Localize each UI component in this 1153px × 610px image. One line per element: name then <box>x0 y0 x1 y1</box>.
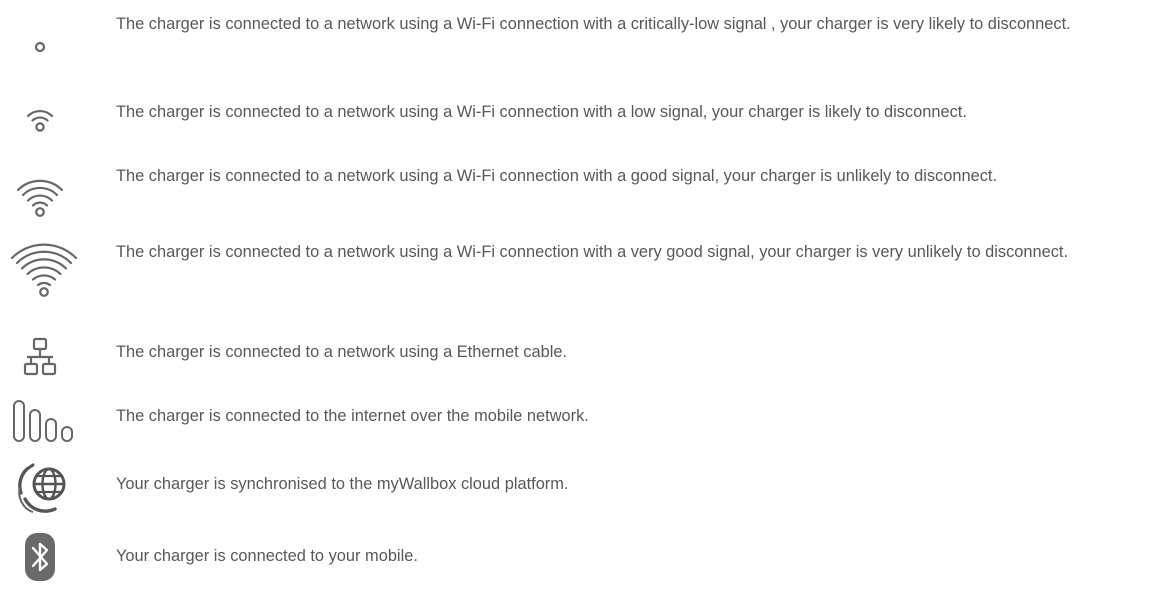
status-description: The charger is connected to a network us… <box>116 15 1071 33</box>
wifi-low-signal-icon <box>0 98 86 138</box>
status-description: Your charger is synchronised to the myWa… <box>116 475 569 493</box>
status-description: The charger is connected to the internet… <box>116 407 589 425</box>
cloud-sync-globe-icon <box>0 456 88 518</box>
wifi-good-signal-icon <box>0 168 86 224</box>
status-description: The charger is connected to a network us… <box>116 343 568 361</box>
status-row-mobile-network: The charger is connected to the internet… <box>0 396 1153 446</box>
status-description: Your charger is connected to your mobile… <box>116 547 418 565</box>
status-row-bluetooth: Your charger is connected to your mobile… <box>0 528 1153 610</box>
status-description: The charger is connected to a network us… <box>116 103 967 121</box>
wifi-critical-signal-icon <box>0 24 86 64</box>
status-row-ethernet: The charger is connected to a network us… <box>0 334 1153 382</box>
mobile-network-signal-icon <box>0 396 90 446</box>
wifi-very-good-signal-icon <box>0 236 90 304</box>
ethernet-network-icon <box>0 334 86 382</box>
status-row-wifi-good: The charger is connected to a network us… <box>0 160 1153 230</box>
status-row-cloud-sync: Your charger is synchronised to the myWa… <box>0 456 1153 518</box>
bluetooth-icon <box>0 530 86 584</box>
status-row-wifi-low: The charger is connected to a network us… <box>0 103 1153 144</box>
status-description: The charger is connected to a network us… <box>116 167 997 185</box>
status-row-wifi-critical: The charger is connected to a network us… <box>0 6 1153 76</box>
status-description: The charger is connected to a network us… <box>116 243 1069 261</box>
status-row-wifi-very-good: The charger is connected to a network us… <box>0 236 1153 308</box>
